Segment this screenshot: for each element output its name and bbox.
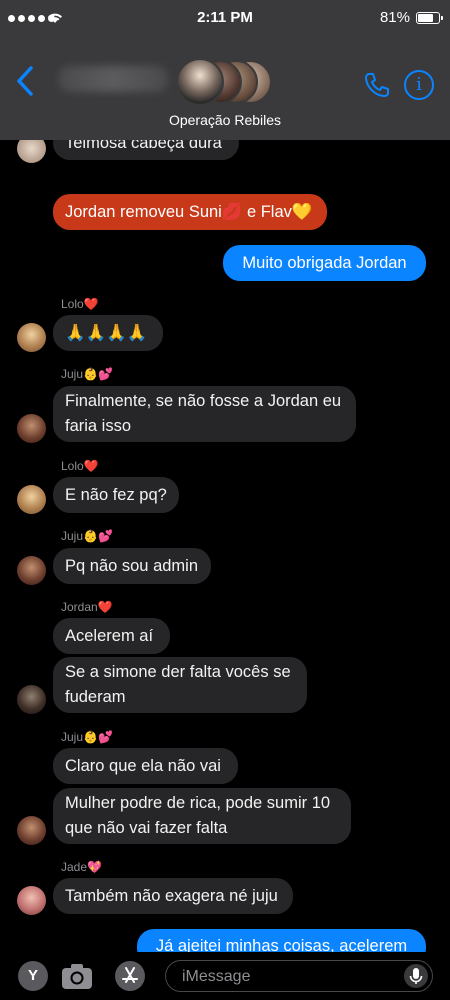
app-store-app-icon[interactable]: Y — [18, 961, 48, 991]
input-bar: Y — [0, 952, 450, 1000]
sender-name: Lolo❤️ — [61, 297, 99, 311]
sender-avatar — [17, 414, 46, 443]
sender-avatar — [17, 556, 46, 585]
navigation-bar: 2:11 PM 81% Operação Rebiles i — [0, 0, 450, 140]
message-bubble[interactable]: 🙏🙏🙏🙏 — [53, 315, 163, 351]
sender-name: Jordan❤️ — [61, 600, 113, 614]
message-bubble[interactable]: Claro que ela não vai — [53, 748, 238, 784]
sender-name: Juju👶💕 — [61, 730, 113, 744]
message-bubble[interactable]: E não fez pq? — [53, 477, 179, 513]
blurred-contact-name — [58, 66, 168, 92]
back-button[interactable] — [14, 64, 36, 98]
info-icon[interactable]: i — [404, 70, 434, 100]
sender-name: Jade💖 — [61, 860, 102, 874]
system-notice: Jordan removeu Suni💋 e Flav💛 — [53, 194, 327, 230]
message-bubble[interactable]: Finalmente, se não fosse a Jordan eu far… — [53, 386, 356, 442]
message-field[interactable] — [165, 960, 433, 992]
message-bubble[interactable]: Também não exagera né juju — [53, 878, 293, 914]
sender-avatar — [17, 485, 46, 514]
app-drawer-icon[interactable] — [115, 961, 145, 991]
microphone-icon[interactable] — [404, 964, 428, 988]
camera-icon[interactable] — [61, 962, 93, 990]
group-name[interactable]: Operação Rebiles — [0, 112, 450, 128]
sender-name: Juju👶💕 — [61, 529, 113, 543]
message-input[interactable] — [180, 966, 384, 988]
battery-icon — [416, 12, 443, 24]
status-bar: 2:11 PM 81% — [0, 0, 450, 34]
sender-avatar — [17, 323, 46, 352]
battery-fill — [418, 14, 433, 22]
phone-icon[interactable] — [362, 70, 392, 100]
outgoing-message[interactable]: Muito obrigada Jordan — [223, 245, 426, 281]
sender-name: Juju👶💕 — [61, 367, 113, 381]
member-avatar — [176, 58, 224, 106]
message-bubble[interactable]: Se a simone der falta vocês se fuderam — [53, 657, 307, 713]
message-bubble[interactable]: Mulher podre de rica, pode sumir 10 que … — [53, 788, 351, 844]
message-bubble[interactable]: Pq não sou admin — [53, 548, 211, 584]
sender-avatar — [17, 816, 46, 845]
sender-name: Lolo❤️ — [61, 459, 99, 473]
group-avatars[interactable] — [176, 56, 286, 106]
message-bubble[interactable]: Acelerem aí — [53, 618, 170, 654]
sender-avatar — [17, 685, 46, 714]
sender-avatar — [17, 886, 46, 915]
battery-percent: 81% — [379, 9, 410, 26]
